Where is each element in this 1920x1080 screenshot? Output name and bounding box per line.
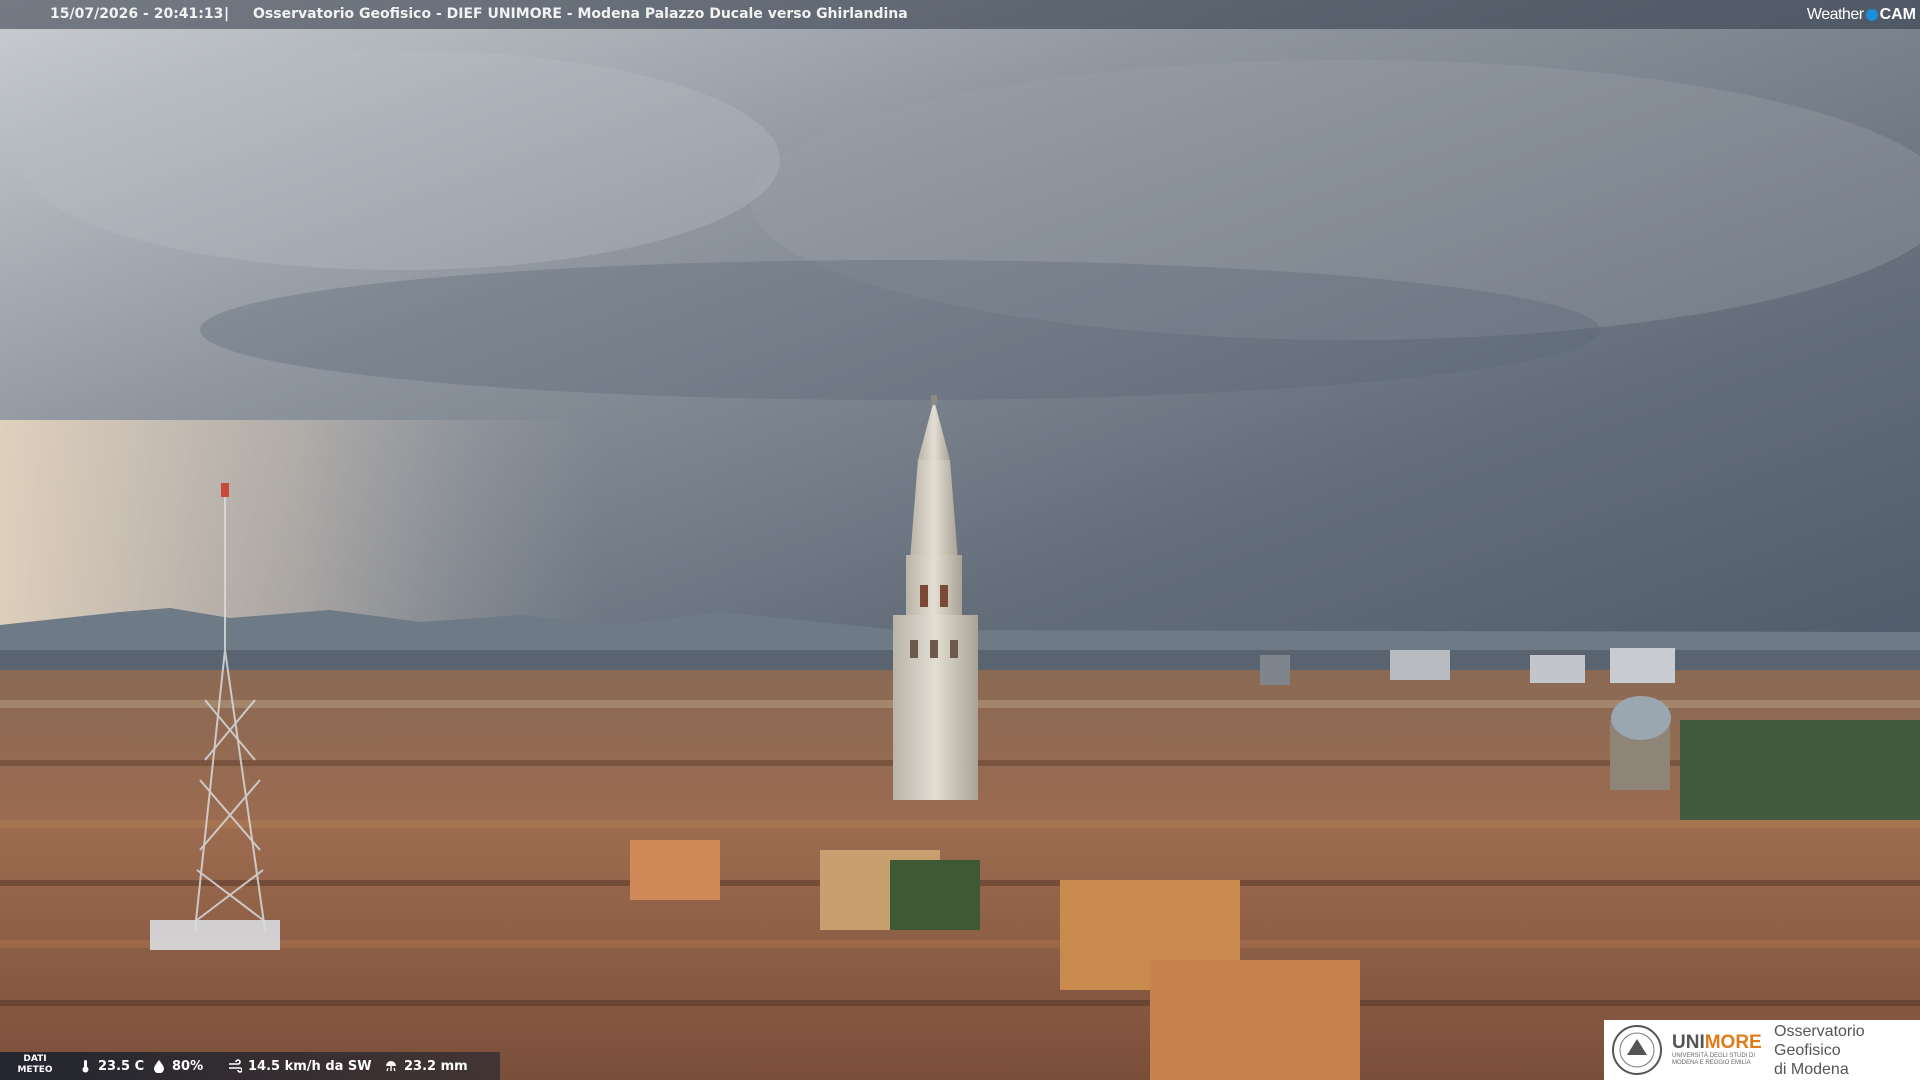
observatory-line-2: di Modena	[1774, 1060, 1849, 1078]
rain-icon	[386, 1061, 396, 1072]
unimore-observatory-logo: UNIMORE UNIVERSITÀ DEGLI STUDI DI MODENA…	[1604, 1020, 1920, 1080]
brand-weather-text: Weather	[1806, 6, 1864, 23]
weather-data-bar: DATI METEO 23.5 C 80% 14.5 km/h da SW 23…	[0, 1052, 500, 1080]
wind-reading: 14.5 km/h da SW	[228, 1052, 372, 1080]
brand-cam-text: CAM	[1879, 6, 1916, 23]
unimore-wordmark: UNIMORE UNIVERSITÀ DEGLI STUDI DI MODENA…	[1672, 1033, 1762, 1067]
unimore-uni: UNI	[1672, 1032, 1705, 1053]
wind-value: 14.5 km/h da SW	[248, 1058, 372, 1074]
humidity-value: 80%	[172, 1058, 204, 1074]
unimore-more: MORE	[1704, 1032, 1762, 1053]
camera-location-title: Osservatorio Geofisico - DIEF UNIMORE - …	[253, 6, 908, 22]
rain-value: 23.2 mm	[404, 1058, 468, 1074]
top-info-bar: 15/07/2026 - 20:41:13 | Osservatorio Geo…	[0, 0, 1920, 29]
wind-icon	[229, 1059, 242, 1073]
timestamp: 15/07/2026 - 20:41:13	[50, 6, 224, 22]
university-subtitle: UNIVERSITÀ DEGLI STUDI DI MODENA E REGGI…	[1672, 1053, 1756, 1066]
temperature-value: 23.5 C	[98, 1058, 145, 1074]
observatory-name: Osservatorio Geofisico di Modena	[1774, 1022, 1920, 1079]
observatory-line-1: Osservatorio Geofisico	[1774, 1022, 1865, 1059]
rain-reading: 23.2 mm	[384, 1052, 468, 1080]
humidity-drop-icon	[154, 1060, 164, 1073]
humidity-reading: 80%	[152, 1052, 203, 1080]
temperature-reading: 23.5 C	[78, 1052, 144, 1080]
weathercam-logo: Weather CAM	[1807, 0, 1920, 29]
globe-icon	[1865, 8, 1878, 21]
header-separator: |	[224, 6, 230, 22]
webcam-image	[0, 0, 1920, 1080]
university-seal-icon	[1612, 1025, 1662, 1075]
weather-data-label: DATI METEO	[17, 1054, 53, 1075]
thermometer-icon	[82, 1060, 89, 1073]
